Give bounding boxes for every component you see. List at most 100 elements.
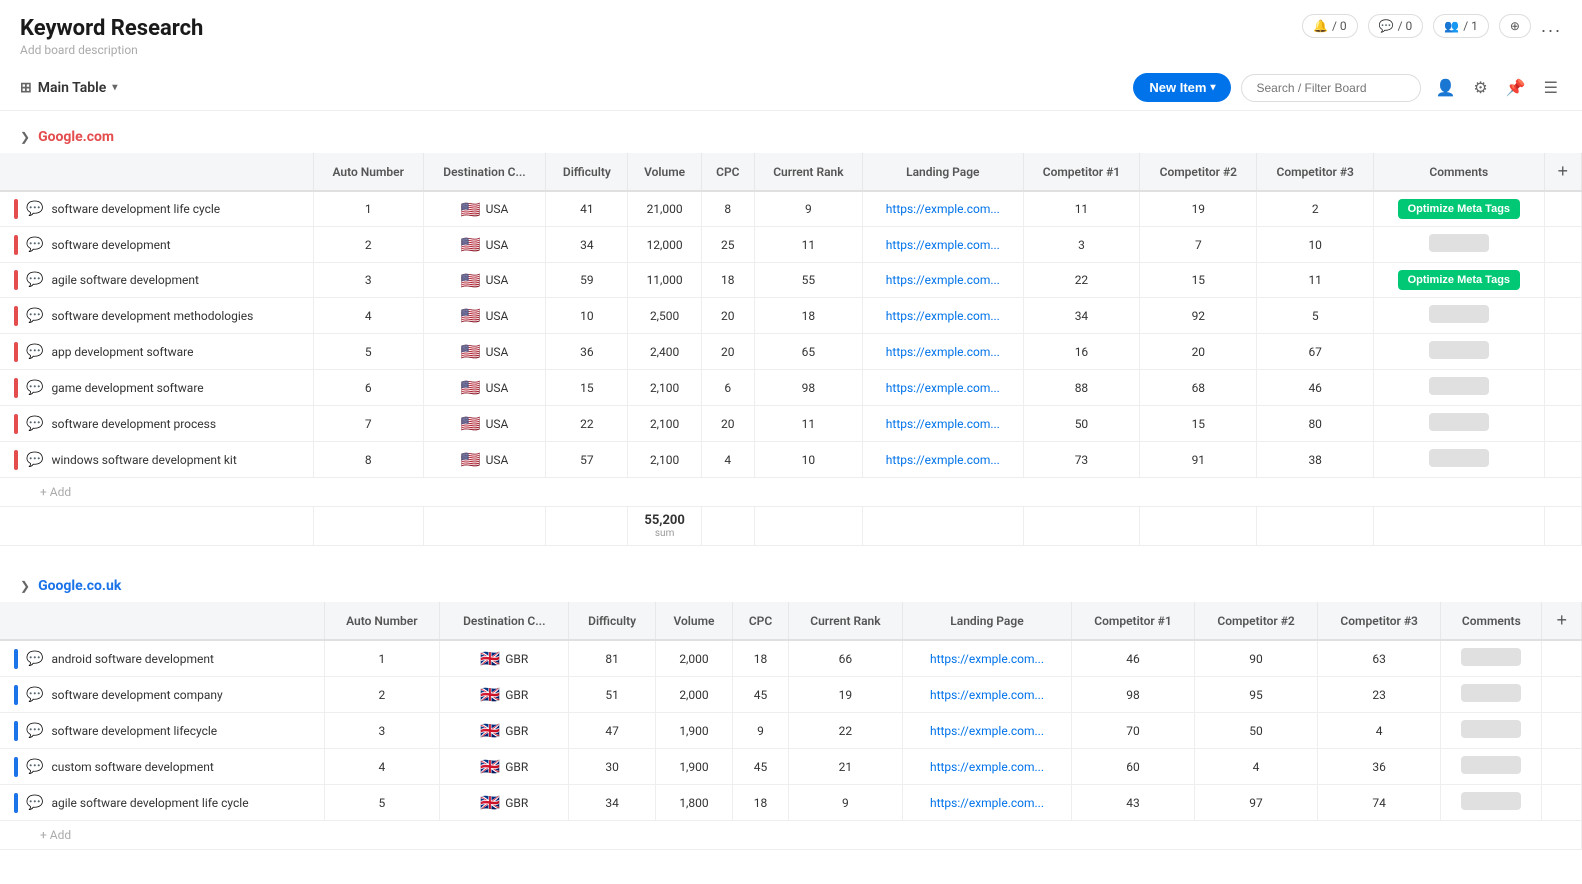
comment-icon[interactable]: 💬 <box>26 344 43 360</box>
cpc-cell: 20 <box>701 334 754 370</box>
add-column-button[interactable]: + <box>1556 610 1567 631</box>
current-rank-cell: 9 <box>754 191 862 227</box>
add-column-button[interactable]: + <box>1557 161 1568 182</box>
pin-icon[interactable]: 📌 <box>1502 74 1530 102</box>
competitor1-cell: 43 <box>1071 785 1194 821</box>
add-row[interactable]: + Add <box>0 821 1582 850</box>
landing-page-cell[interactable]: https://exmple.com... <box>903 677 1072 713</box>
col-header-6: Current Rank <box>754 153 862 191</box>
comment-icon[interactable]: 💬 <box>26 651 43 667</box>
board-description[interactable]: Add board description <box>20 43 1562 57</box>
comments-cell[interactable]: Optimize Meta Tags <box>1374 191 1544 227</box>
more-button[interactable]: ... <box>1541 16 1562 37</box>
landing-page-link[interactable]: https://exmple.com... <box>886 273 1000 287</box>
current-rank-cell: 11 <box>754 406 862 442</box>
landing-page-cell[interactable]: https://exmple.com... <box>903 713 1072 749</box>
comments-cell <box>1441 749 1542 785</box>
landing-page-link[interactable]: https://exmple.com... <box>930 760 1044 774</box>
landing-page-cell[interactable]: https://exmple.com... <box>863 406 1023 442</box>
landing-page-link[interactable]: https://exmple.com... <box>886 453 1000 467</box>
competitor2-cell: 97 <box>1195 785 1318 821</box>
competitor3-cell: 10 <box>1257 227 1374 263</box>
sum-empty-2 <box>423 507 546 546</box>
landing-page-cell[interactable]: https://exmple.com... <box>863 227 1023 263</box>
group-collapse-icon[interactable]: ❯ <box>20 130 30 144</box>
col-header-7: Landing Page <box>903 602 1072 640</box>
landing-page-link[interactable]: https://exmple.com... <box>930 796 1044 810</box>
comment-icon[interactable]: 💬 <box>26 723 43 739</box>
country-label: USA <box>486 345 509 359</box>
search-input[interactable] <box>1241 74 1421 102</box>
landing-page-link[interactable]: https://exmple.com... <box>886 381 1000 395</box>
landing-page-link[interactable]: https://exmple.com... <box>930 652 1044 666</box>
table-row: 💬 android software development 1🇬🇧GBR812… <box>0 640 1582 677</box>
col-header-5: CPC <box>701 153 754 191</box>
current-rank-cell: 10 <box>754 442 862 478</box>
chat-action[interactable]: 💬 / 0 <box>1368 14 1424 38</box>
person-icon[interactable]: 👤 <box>1431 74 1459 102</box>
sum-empty-tail-3 <box>1023 507 1140 546</box>
group-bar <box>14 342 18 362</box>
table-name-selector[interactable]: ⊞ Main Table ▾ <box>20 80 117 96</box>
table-row: 💬 app development software 5🇺🇸USA362,400… <box>0 334 1582 370</box>
col-header-9: Competitor #2 <box>1195 602 1318 640</box>
landing-page-link[interactable]: https://exmple.com... <box>886 417 1000 431</box>
group-bar <box>14 757 18 777</box>
add-row[interactable]: + Add <box>0 478 1582 507</box>
landing-page-link[interactable]: https://exmple.com... <box>886 202 1000 216</box>
landing-page-link[interactable]: https://exmple.com... <box>886 345 1000 359</box>
settings-icon[interactable]: ⚙ <box>1469 74 1491 102</box>
landing-page-cell[interactable]: https://exmple.com... <box>903 785 1072 821</box>
comment-icon[interactable]: 💬 <box>26 452 43 468</box>
bell-action[interactable]: 🔔 / 0 <box>1302 14 1358 38</box>
landing-page-link[interactable]: https://exmple.com... <box>886 309 1000 323</box>
comments-cell[interactable]: Optimize Meta Tags <box>1374 263 1544 298</box>
landing-page-cell[interactable]: https://exmple.com... <box>863 334 1023 370</box>
sum-empty-tail-6 <box>1374 507 1544 546</box>
landing-page-cell[interactable]: https://exmple.com... <box>863 191 1023 227</box>
new-item-button[interactable]: New Item ▾ <box>1133 73 1231 102</box>
optimize-meta-tags-button[interactable]: Optimize Meta Tags <box>1398 270 1520 290</box>
table-row: 💬 windows software development kit 8🇺🇸US… <box>0 442 1582 478</box>
landing-page-cell[interactable]: https://exmple.com... <box>863 442 1023 478</box>
add-item-label[interactable]: + Add <box>0 478 1582 507</box>
landing-page-link[interactable]: https://exmple.com... <box>930 724 1044 738</box>
add-item-label[interactable]: + Add <box>0 821 1582 850</box>
comment-icon[interactable]: 💬 <box>26 416 43 432</box>
col-header-0 <box>0 153 313 191</box>
landing-page-cell[interactable]: https://exmple.com... <box>903 749 1072 785</box>
filter-icon[interactable]: ☰ <box>1540 74 1562 102</box>
cpc-cell: 25 <box>701 227 754 263</box>
col-header-1: Auto Number <box>324 602 440 640</box>
group-collapse-icon[interactable]: ❯ <box>20 579 30 593</box>
landing-page-link[interactable]: https://exmple.com... <box>886 238 1000 252</box>
comment-icon[interactable]: 💬 <box>26 237 43 253</box>
comment-icon[interactable]: 💬 <box>26 759 43 775</box>
extra-cell <box>1544 334 1582 370</box>
optimize-meta-tags-button[interactable]: Optimize Meta Tags <box>1398 199 1520 219</box>
auto-number-cell: 3 <box>324 713 440 749</box>
competitor3-cell: 80 <box>1257 406 1374 442</box>
country-label: GBR <box>505 760 528 774</box>
difficulty-cell: 34 <box>569 785 655 821</box>
competitor1-cell: 88 <box>1023 370 1140 406</box>
comment-icon[interactable]: 💬 <box>26 272 43 288</box>
keyword-text: software development company <box>51 688 222 702</box>
empty-comments <box>1461 648 1521 666</box>
landing-page-cell[interactable]: https://exmple.com... <box>863 263 1023 298</box>
comment-icon[interactable]: 💬 <box>26 308 43 324</box>
landing-page-cell[interactable]: https://exmple.com... <box>863 298 1023 334</box>
comment-icon[interactable]: 💬 <box>26 201 43 217</box>
empty-comments <box>1461 684 1521 702</box>
users-action[interactable]: 👥 / 1 <box>1433 14 1489 38</box>
flag-icon: 🇺🇸 <box>461 235 481 254</box>
volume-cell: 11,000 <box>628 263 702 298</box>
comment-icon[interactable]: 💬 <box>26 380 43 396</box>
landing-page-cell[interactable]: https://exmple.com... <box>903 640 1072 677</box>
landing-page-link[interactable]: https://exmple.com... <box>930 688 1044 702</box>
current-rank-cell: 66 <box>788 640 902 677</box>
competitor3-cell: 74 <box>1318 785 1441 821</box>
landing-page-cell[interactable]: https://exmple.com... <box>863 370 1023 406</box>
comment-icon[interactable]: 💬 <box>26 687 43 703</box>
invite-action[interactable]: ⊕ <box>1499 14 1531 38</box>
